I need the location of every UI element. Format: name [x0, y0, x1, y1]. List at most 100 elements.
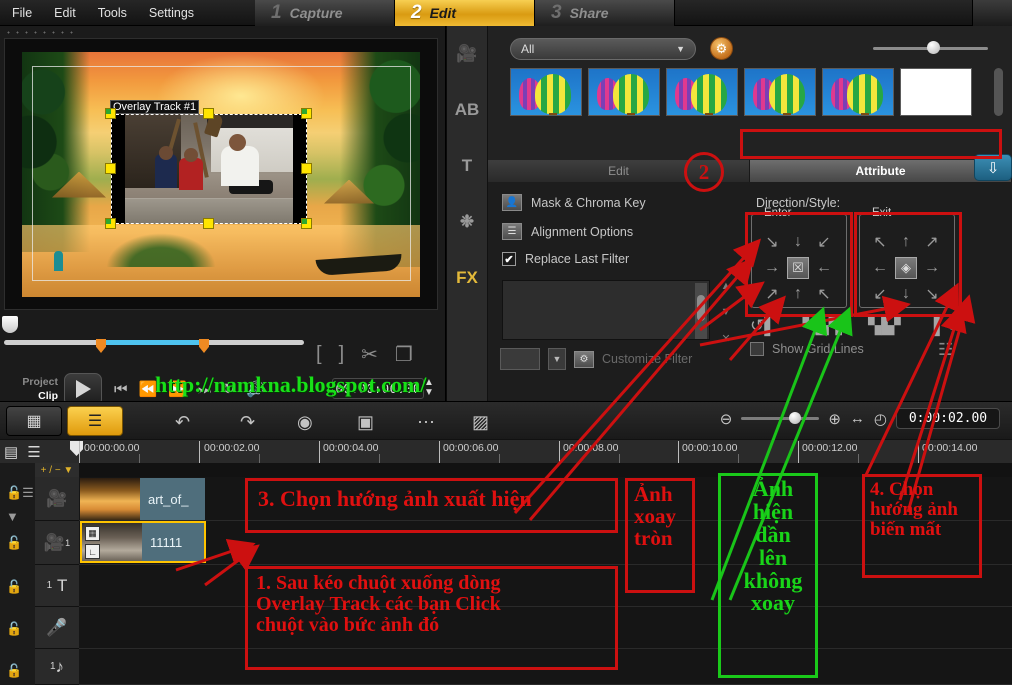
- filter-preset-caret-icon[interactable]: ▼: [548, 348, 566, 370]
- move-filter-up-icon[interactable]: ▲: [716, 280, 736, 292]
- zoom-out-icon[interactable]: ⊖: [720, 410, 733, 428]
- clip-motion-badge-icon: ∟: [85, 544, 100, 559]
- lock-icon-overlay-track[interactable]: 🔓: [6, 535, 22, 551]
- step-number: 1: [271, 2, 282, 23]
- chapter-view-icon[interactable]: ▤: [4, 443, 18, 461]
- rotate-out-icon[interactable]: ▌↻: [934, 316, 960, 336]
- cut-scissors-icon[interactable]: ✂: [361, 342, 378, 367]
- mark-out-icon[interactable]: ]: [339, 343, 345, 366]
- clock-icon[interactable]: ◴: [874, 410, 887, 428]
- timeline-ruler[interactable]: ▤ ☰ 00:00:00.00 00:00:02.00 00:00:04.00 …: [0, 439, 1012, 463]
- timeline-view-button[interactable]: ☰: [67, 406, 123, 436]
- window-controls[interactable]: [972, 0, 1012, 26]
- ruler-left-icons: ▤ ☰: [4, 443, 41, 461]
- redo-icon[interactable]: ↷: [240, 412, 255, 433]
- audio-mixer-icon[interactable]: ⋯: [417, 412, 435, 433]
- thumbnail-balloon-1[interactable]: [510, 68, 582, 116]
- filter-list-scroll-thumb[interactable]: [697, 295, 705, 321]
- tab-fx-icon[interactable]: FX: [447, 250, 487, 306]
- menu-item-file[interactable]: File: [12, 6, 32, 20]
- lock-icon-voice-track[interactable]: 🔓: [6, 621, 22, 637]
- timeline-zoom-slider[interactable]: [741, 412, 820, 424]
- resize-handle-top-left[interactable]: [105, 107, 116, 119]
- panel-grip[interactable]: [4, 29, 76, 36]
- annotation-text-rotate: Ảnh xoay tròn: [634, 483, 698, 549]
- skip-to-start-icon[interactable]: ⏮: [114, 381, 128, 398]
- show-grid-lines-row[interactable]: Show Grid Lines: [750, 342, 864, 356]
- thumbnail-blank[interactable]: [900, 68, 972, 116]
- rotate-in-icon[interactable]: ↺▌: [750, 316, 776, 336]
- track-header-voice[interactable]: 🎤: [35, 607, 79, 649]
- thumbnail-balloon-4[interactable]: [744, 68, 816, 116]
- track-header-overlay-1[interactable]: 🎥 1: [35, 521, 79, 565]
- step-tab-capture[interactable]: 1 Capture: [255, 0, 395, 26]
- mark-in-icon[interactable]: [: [316, 343, 322, 366]
- scrub-playhead-handle[interactable]: [2, 316, 18, 333]
- track-header-music-1[interactable]: 1 ♪: [35, 649, 79, 685]
- expand-tracks-icon[interactable]: ▼: [6, 509, 19, 524]
- resize-handle-top-right[interactable]: [301, 107, 312, 119]
- resize-handle-middle-right[interactable]: [301, 162, 312, 174]
- filter-list-scrollbar[interactable]: [695, 283, 707, 339]
- move-filter-down-icon[interactable]: ▼: [716, 306, 736, 318]
- undo-icon[interactable]: ↶: [175, 412, 190, 433]
- applied-filter-list[interactable]: [502, 280, 710, 340]
- timeline-timecode[interactable]: 0:00:02.00: [896, 408, 1000, 429]
- project-label: Project: [22, 376, 58, 388]
- replace-last-filter-checkbox[interactable]: ✔: [502, 252, 516, 266]
- timeline-clip-overlay[interactable]: ▦ ∟ 11111: [80, 521, 206, 563]
- tab-transition-ab-icon[interactable]: AB: [447, 82, 487, 138]
- tab-media-icon[interactable]: 🎥: [447, 26, 487, 82]
- lock-icon-music-track[interactable]: 🔓: [6, 663, 22, 679]
- record-capture-icon[interactable]: ◉: [297, 412, 313, 433]
- tab-attribute[interactable]: Attribute: [750, 160, 1012, 182]
- resize-handle-top-center[interactable]: [203, 107, 214, 119]
- library-scrollbar[interactable]: [994, 68, 1003, 116]
- tab-graphic-icon[interactable]: ❉: [447, 194, 487, 250]
- clip-mask-badge-icon: ▦: [85, 526, 100, 541]
- copy-clip-icon[interactable]: ❐: [395, 342, 413, 367]
- sound-fx-icon[interactable]: ▨: [472, 412, 489, 433]
- overlay-clip-selection[interactable]: Overlay Track #1: [105, 99, 312, 229]
- resize-handle-bottom-right[interactable]: [301, 217, 312, 229]
- lock-icon-title-track[interactable]: 🔓: [6, 579, 22, 595]
- lock-icon-video-track[interactable]: 🔓☰: [6, 485, 34, 501]
- trim-marker-in[interactable]: [96, 339, 106, 353]
- resize-handle-middle-left[interactable]: [105, 162, 116, 174]
- fit-project-icon[interactable]: ↔: [850, 410, 865, 427]
- media-overlay-icon[interactable]: ▣: [357, 412, 374, 433]
- preview-stage[interactable]: Overlay Track #1: [22, 51, 420, 297]
- track-list-icon[interactable]: ☰: [27, 443, 40, 461]
- step-tab-share[interactable]: 3 Share: [535, 0, 675, 26]
- project-clip-toggle[interactable]: Project Clip: [6, 375, 58, 403]
- library-filter-dropdown[interactable]: All ▼: [510, 38, 696, 60]
- library-zoom-knob[interactable]: [927, 41, 940, 54]
- resize-handle-bottom-center[interactable]: [203, 217, 214, 229]
- tab-title-icon[interactable]: T: [447, 138, 487, 194]
- library-options-gear-icon[interactable]: ⚙: [710, 37, 733, 60]
- add-remove-track-control[interactable]: + / − ▼: [35, 463, 79, 477]
- trim-marker-out[interactable]: [199, 339, 209, 353]
- track-header-video[interactable]: 🎥: [35, 477, 79, 521]
- filter-order-controls[interactable]: ▲ ▼ ✕: [716, 280, 736, 345]
- zoom-in-icon[interactable]: ⊕: [828, 410, 841, 428]
- filter-preset-swatch[interactable]: [500, 348, 540, 370]
- step-tab-edit[interactable]: 2 Edit: [395, 0, 535, 26]
- menu-item-settings[interactable]: Settings: [149, 6, 194, 20]
- fade-in-bars-icon[interactable]: ▘▙▚: [803, 316, 842, 336]
- timeline-playhead[interactable]: [70, 441, 83, 456]
- delete-filter-icon[interactable]: ✕: [716, 332, 736, 345]
- thumbnail-balloon-5[interactable]: [822, 68, 894, 116]
- show-grid-lines-checkbox[interactable]: [750, 342, 764, 356]
- thumbnail-balloon-3[interactable]: [666, 68, 738, 116]
- fade-out-bars-icon[interactable]: ▚▙▘: [868, 316, 907, 336]
- grid-line-options-icon[interactable]: ☷: [938, 340, 953, 360]
- track-header-title-1[interactable]: 1 T: [35, 565, 79, 607]
- storyboard-view-button[interactable]: ▦: [6, 406, 62, 436]
- thumbnail-balloon-2[interactable]: [588, 68, 660, 116]
- menu-item-edit[interactable]: Edit: [54, 6, 76, 20]
- timeline-clip-video[interactable]: art_of_: [80, 478, 205, 520]
- resize-handle-bottom-left[interactable]: [105, 217, 116, 229]
- menu-item-tools[interactable]: Tools: [98, 6, 127, 20]
- customize-filter-row[interactable]: ▼ ⚙ Customize Filter: [500, 348, 692, 370]
